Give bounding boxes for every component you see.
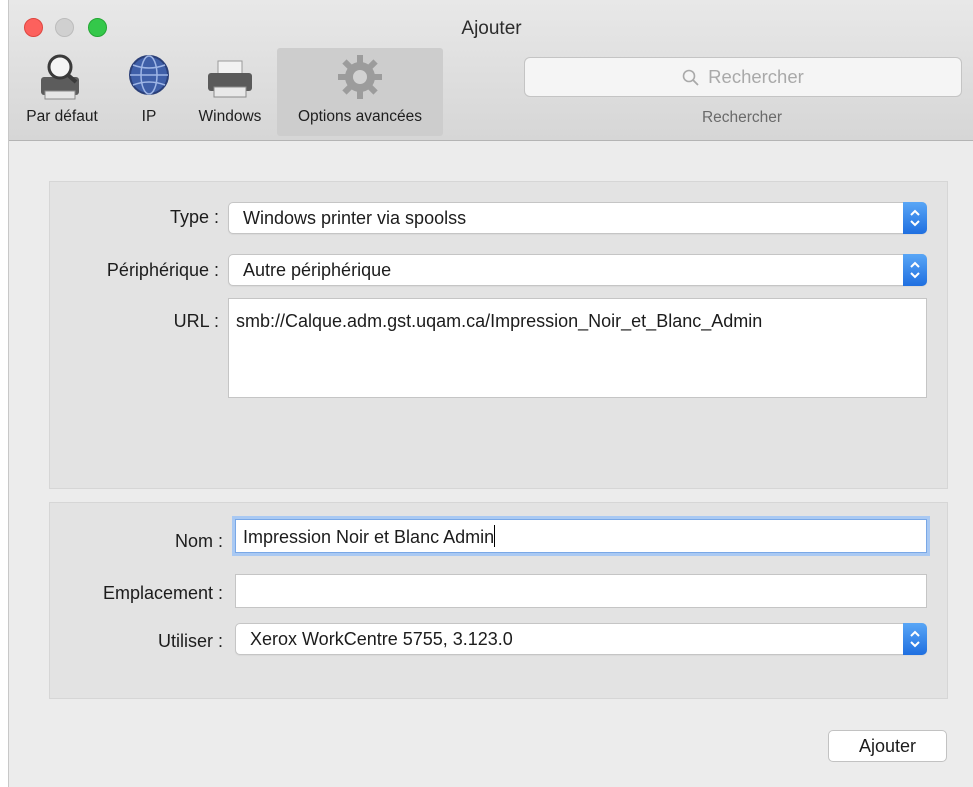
- chevron-updown-icon: [910, 261, 920, 279]
- type-popup-arrows: [903, 202, 927, 234]
- search-caption: Rechercher: [701, 109, 783, 126]
- chevron-updown-icon: [910, 630, 920, 648]
- tool-label-windows: Windows: [198, 108, 262, 125]
- printer-magnifier-icon: [41, 54, 79, 100]
- url-value: smb://Calque.adm.gst.uqam.ca/Impression_…: [236, 311, 763, 331]
- tool-label-default: Par défaut: [26, 108, 98, 125]
- peripheral-label: Périphérique :: [106, 260, 219, 280]
- type-popup[interactable]: Windows printer via spoolss: [228, 202, 927, 234]
- tool-advanced-options[interactable]: Options avancées: [277, 48, 443, 136]
- name-field[interactable]: Impression Noir et Blanc Admin: [235, 519, 927, 553]
- text-caret: [494, 525, 496, 547]
- url-label: URL :: [173, 311, 219, 331]
- add-button[interactable]: Ajouter: [828, 730, 947, 762]
- peripheral-popup[interactable]: Autre périphérique: [228, 254, 927, 286]
- use-popup-arrows: [903, 623, 927, 655]
- chevron-updown-icon: [910, 209, 920, 227]
- gear-icon: [338, 55, 382, 99]
- tool-windows[interactable]: Windows: [189, 48, 271, 136]
- printer-icon: [208, 60, 252, 98]
- printer-info-panel: Nom : Impression Noir et Blanc Admin Emp…: [49, 502, 948, 699]
- network-globe-icon: [129, 55, 169, 95]
- window-title: Ajouter: [461, 18, 522, 39]
- tool-ip[interactable]: IP: [119, 48, 179, 136]
- use-driver-popup[interactable]: Xerox WorkCentre 5755, 3.123.0: [235, 623, 927, 655]
- name-value: Impression Noir et Blanc Admin: [243, 527, 495, 547]
- type-label: Type :: [169, 207, 219, 227]
- use-value: Xerox WorkCentre 5755, 3.123.0: [250, 629, 513, 649]
- search-icon: [682, 69, 699, 86]
- tool-label-advanced-options: Options avancées: [297, 108, 423, 125]
- search-placeholder: Rechercher: [708, 66, 804, 87]
- location-field[interactable]: [235, 574, 927, 608]
- use-label: Utiliser :: [157, 631, 223, 651]
- peripheral-value: Autre périphérique: [243, 260, 392, 280]
- tool-label-ip: IP: [141, 108, 157, 125]
- type-value: Windows printer via spoolss: [243, 208, 467, 228]
- location-label: Emplacement :: [102, 583, 223, 603]
- name-label: Nom :: [174, 531, 223, 551]
- search-field[interactable]: Rechercher: [524, 57, 962, 97]
- url-field[interactable]: smb://Calque.adm.gst.uqam.ca/Impression_…: [228, 298, 927, 398]
- add-printer-window: Ajouter Par défaut IP Windows Options av…: [8, 0, 973, 787]
- peripheral-popup-arrows: [903, 254, 927, 286]
- device-settings-panel: Type : Windows printer via spoolss Périp…: [49, 181, 948, 489]
- toolbar: Ajouter Par défaut IP Windows Options av…: [9, 0, 973, 141]
- tool-default[interactable]: Par défaut: [9, 48, 115, 136]
